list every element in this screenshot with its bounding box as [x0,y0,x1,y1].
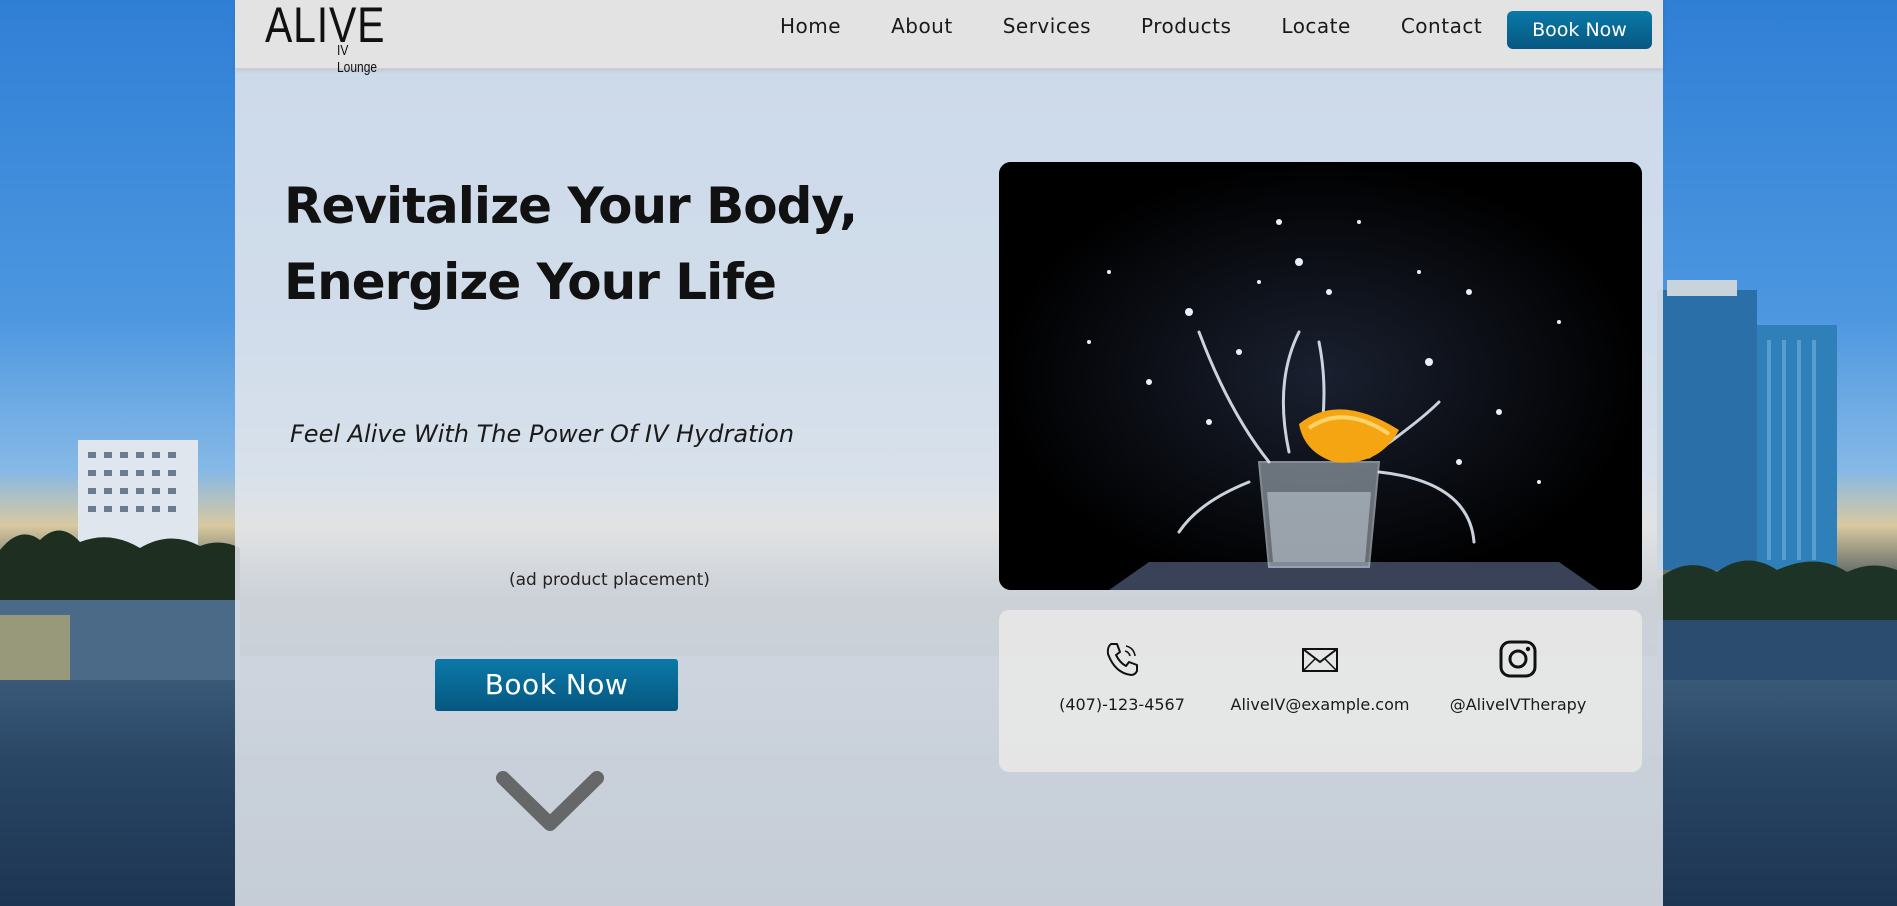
nav-services[interactable]: Services [978,12,1116,40]
contact-email-text: AliveIV@example.com [1230,695,1410,714]
hero-title-line-2: Energize Your Life [284,253,777,311]
nav-contact[interactable]: Contact [1376,12,1507,40]
nav-locate[interactable]: Locate [1256,12,1375,40]
nav-home[interactable]: Home [755,12,866,40]
brand-logo[interactable]: ALIVE IV Lounge [265,0,395,76]
splash-illustration [999,162,1642,590]
background-skyline-left [0,440,240,680]
phone-icon [1106,643,1138,676]
hero-image-water-splash [999,162,1642,590]
instagram-icon [1499,640,1537,678]
hero-title-line-1: Revitalize Your Body, [284,177,858,235]
nav-about[interactable]: About [866,12,978,40]
chevron-down-icon[interactable] [495,766,605,836]
nav-products[interactable]: Products [1116,12,1256,40]
contact-email[interactable]: AliveIV@example.com [1215,640,1425,714]
mail-icon [1302,648,1338,672]
site-header: ALIVE IV Lounge Home About Services Prod… [235,0,1663,76]
contact-phone[interactable]: (407)-123-4567 [1017,640,1227,714]
logo-subtitle: IV Lounge [337,42,378,76]
contact-phone-text: (407)-123-4567 [1059,695,1185,714]
hero-title: Revitalize Your Body, Energize Your Life [284,168,858,320]
hero-tagline: Feel Alive With The Power Of IV Hydratio… [290,420,795,448]
header-book-now-button[interactable]: Book Now [1507,11,1652,49]
main-nav: Home About Services Products Locate Cont… [755,12,1507,40]
hero-book-now-button[interactable]: Book Now [435,659,678,711]
background-skyline-right [1657,280,1897,680]
contact-instagram[interactable]: @AliveIVTherapy [1413,640,1623,714]
contact-instagram-text: @AliveIVTherapy [1449,695,1587,714]
ad-placement-note: (ad product placement) [509,570,710,590]
contact-card: (407)-123-4567 AliveIV@example.com @Aliv… [999,610,1642,772]
